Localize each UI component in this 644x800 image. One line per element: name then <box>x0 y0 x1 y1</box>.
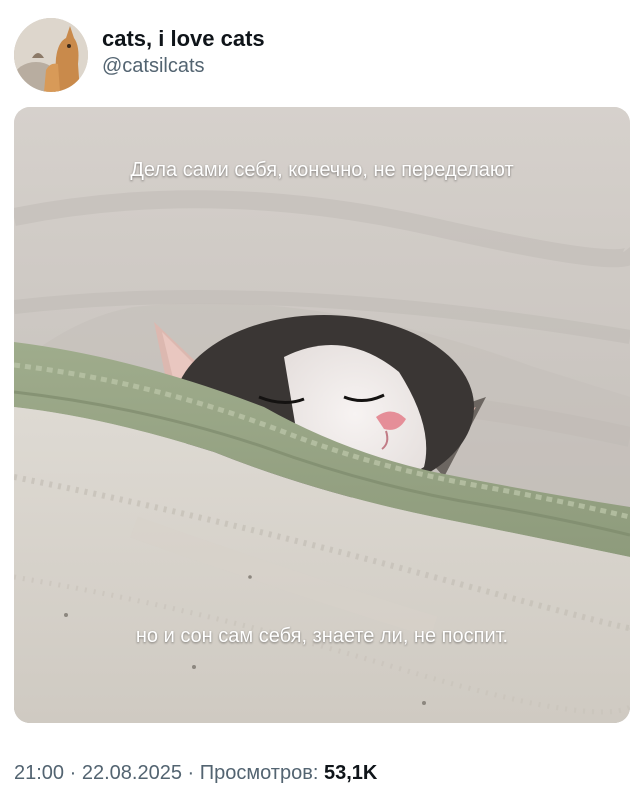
tweet-header: cats, i love cats @catsilcats <box>14 18 265 92</box>
author-avatar[interactable] <box>14 18 88 92</box>
tweet-date[interactable]: 22.08.2025 <box>82 762 182 784</box>
views-label: Просмотров: <box>199 762 319 784</box>
author-handle[interactable]: @catsilcats <box>102 53 265 79</box>
tweet-time[interactable]: 21:00 <box>14 762 64 784</box>
caption-bottom: но и сон сам себя, знаете ли, не поспит. <box>135 625 509 647</box>
tweet-meta: 21:00 · 22.08.2025 · Просмотров: 53,1K <box>14 762 377 785</box>
author-display-name[interactable]: cats, i love cats <box>102 25 265 53</box>
tweet-media-image[interactable]: Дела сами себя, конечно, не переделают н… <box>14 107 630 723</box>
meta-separator: · <box>64 762 82 784</box>
meta-separator: · <box>181 762 200 784</box>
caption-top: Дела сами себя, конечно, не переделают <box>130 159 514 181</box>
views-count[interactable]: 53,1K <box>324 762 377 784</box>
cat-avatar-icon <box>14 18 88 92</box>
